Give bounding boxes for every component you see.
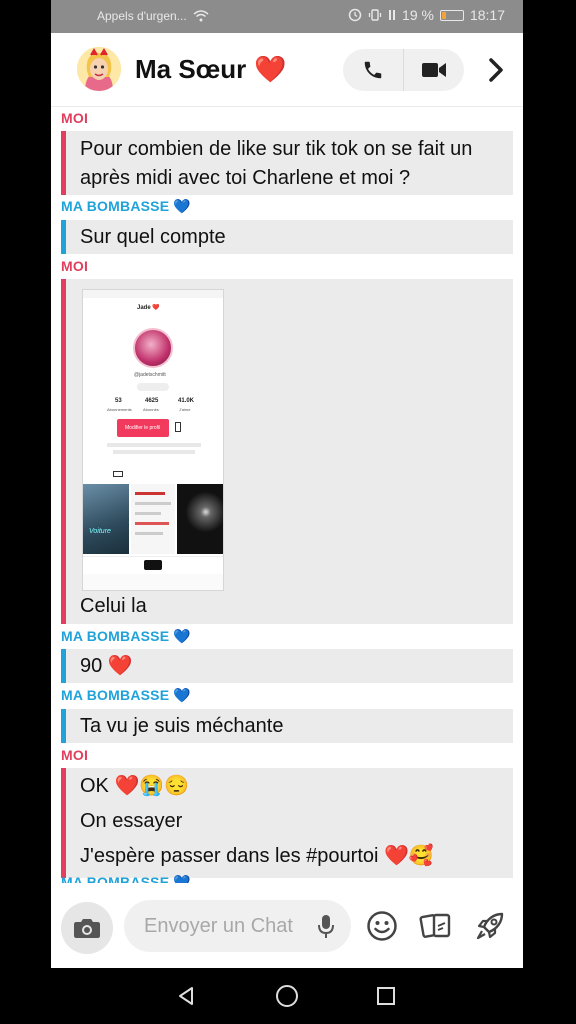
sender-label: MOI	[61, 258, 89, 274]
call-group	[343, 49, 464, 91]
sender-label: MA BOMBASSE 💙	[61, 628, 191, 644]
mini-status-bar	[83, 290, 223, 298]
mini-profile-name: Jade ❤️	[137, 305, 160, 311]
sender-label: MA BOMBASSE 💙	[61, 687, 191, 703]
message-text: J'espère passer dans les #pourtoi ❤️🥰	[80, 845, 434, 867]
heart-emoji: ❤️	[254, 54, 287, 84]
video-call-button[interactable]	[404, 49, 464, 91]
status-left: Appels d'urgen...	[97, 9, 209, 23]
recents-button[interactable]	[372, 982, 400, 1010]
sender-label: MA BOMBASSE 💙	[61, 874, 191, 883]
chat-title-text: Ma Sœur	[135, 54, 247, 84]
message-bubble[interactable]: OK ❤️😭😔 On essayer J'espère passer dans …	[61, 768, 513, 878]
mini-stat-value: 4625	[145, 398, 159, 404]
mini-stat-label: Abonnements	[107, 407, 132, 412]
mini-video-thumb	[177, 484, 223, 554]
signal-icon	[389, 10, 396, 20]
message-bubble[interactable]: Jade ❤️ @jadetschmitt 53 4625 41.0K Abon…	[61, 279, 513, 624]
mini-avatar	[133, 328, 173, 368]
chevron-right-button[interactable]	[481, 53, 511, 87]
status-bar: Appels d'urgen... 19 % 18:17	[51, 0, 523, 33]
mini-tab-bar	[83, 556, 223, 572]
message-text: On essayer	[80, 810, 183, 832]
home-circle-icon	[276, 985, 298, 1007]
mini-tag	[137, 383, 169, 391]
message-text: Pour combien de like sur tik tok on se f…	[80, 138, 473, 160]
smiley-icon	[367, 911, 397, 941]
chat-input-bar: Envoyer un Chat	[51, 883, 523, 968]
message-text: Ta vu je suis méchante	[80, 715, 284, 737]
voice-call-button[interactable]	[343, 49, 403, 91]
games-button[interactable]	[473, 909, 507, 943]
rocket-icon	[476, 912, 504, 940]
camera-icon	[74, 919, 100, 938]
message-text: 90 ❤️	[80, 655, 133, 677]
clock-text: 18:17	[469, 7, 505, 23]
camera-button[interactable]	[61, 902, 113, 954]
phone-icon	[364, 61, 382, 79]
mini-handle: @jadetschmitt	[134, 372, 166, 378]
back-button[interactable]	[172, 982, 200, 1010]
alarm-icon	[348, 8, 362, 22]
mini-bio-line	[107, 443, 201, 447]
cards-icon	[419, 913, 451, 938]
battery-text: 19 %	[402, 7, 434, 23]
back-triangle-icon	[179, 987, 193, 1005]
message-text: après midi avec toi Charlene et moi ?	[80, 167, 411, 189]
mini-bio-line	[113, 450, 195, 454]
status-right: 19 % 18:17	[348, 7, 505, 23]
message-text: Celui la	[80, 595, 147, 617]
sender-label: MOI	[61, 747, 89, 763]
chat-input-placeholder: Envoyer un Chat	[144, 915, 293, 937]
sender-label: MA BOMBASSE 💙	[61, 198, 191, 214]
system-nav-bar	[0, 968, 576, 1024]
mini-video-thumb: Voiture	[83, 484, 129, 554]
chevron-right-icon	[489, 58, 503, 82]
mini-stat-label: J'aime	[179, 407, 191, 412]
stickers-button[interactable]	[419, 909, 453, 943]
video-icon	[422, 63, 446, 77]
mini-grid-icon	[113, 471, 123, 477]
message-bubble[interactable]: Ta vu je suis méchante	[61, 709, 513, 743]
mic-button[interactable]	[317, 913, 335, 944]
recents-square-icon	[377, 987, 395, 1005]
mini-stat-value: 53	[115, 398, 122, 404]
vibrate-icon	[368, 9, 382, 21]
message-bubble[interactable]: Sur quel compte	[61, 220, 513, 254]
mini-edit-button: Modifier le profil	[117, 419, 169, 437]
wifi-icon	[193, 10, 209, 22]
mini-video-thumb	[131, 484, 175, 554]
message-text: Sur quel compte	[80, 226, 226, 248]
chat-title[interactable]: Ma Sœur ❤️	[135, 54, 287, 85]
mini-bookmark-icon	[175, 422, 181, 432]
avatar[interactable]	[77, 47, 121, 91]
app-screen: Appels d'urgen... 19 % 18:17 Ma Sœur ❤️ …	[51, 0, 523, 968]
message-text: OK ❤️😭😔	[80, 775, 190, 797]
message-bubble[interactable]: Pour combien de like sur tik tok on se f…	[61, 131, 513, 195]
emoji-button[interactable]	[365, 909, 399, 943]
home-button[interactable]	[273, 982, 301, 1010]
message-bubble[interactable]: 90 ❤️	[61, 649, 513, 683]
mini-stat-label: Abonnés	[143, 407, 159, 412]
phone-frame: Appels d'urgen... 19 % 18:17 Ma Sœur ❤️ …	[0, 0, 576, 1024]
battery-icon	[439, 9, 464, 21]
chat-header: Ma Sœur ❤️	[51, 33, 523, 107]
attached-screenshot[interactable]: Jade ❤️ @jadetschmitt 53 4625 41.0K Abon…	[82, 289, 224, 591]
mini-nav-bar	[83, 574, 223, 590]
message-list[interactable]: MOI Pour combien de like sur tik tok on …	[51, 107, 523, 883]
carrier-text: Appels d'urgen...	[97, 9, 187, 23]
chat-input[interactable]: Envoyer un Chat	[124, 900, 351, 952]
mic-icon	[318, 915, 334, 938]
mini-stat-value: 41.0K	[178, 398, 195, 404]
sender-label: MOI	[61, 110, 89, 126]
